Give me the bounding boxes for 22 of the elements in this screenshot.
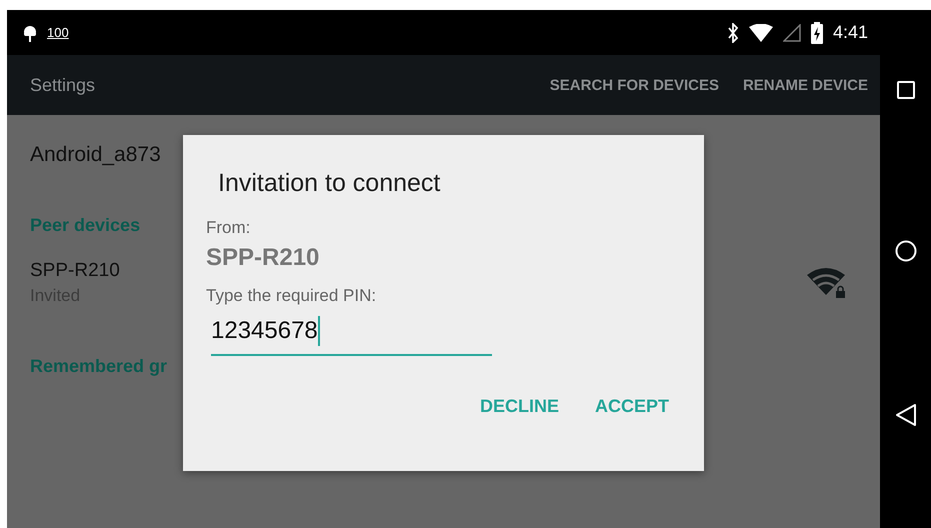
- clock-time: 4:41: [832, 22, 868, 43]
- recents-icon[interactable]: [896, 80, 914, 99]
- section-header: Peer devices: [30, 215, 140, 236]
- wifi-icon: [748, 24, 773, 42]
- action-button[interactable]: RENAME DEVICE: [742, 76, 868, 94]
- pin-input-field[interactable]: 12345678: [211, 312, 492, 356]
- screen-title: Settings: [30, 74, 96, 96]
- battery-charging-icon: [810, 22, 823, 44]
- from-label: From:: [206, 218, 252, 238]
- action-button[interactable]: SEARCH FOR DEVICES: [550, 76, 719, 94]
- cell-signal-icon: [782, 24, 801, 42]
- peer-name[interactable]: SPP-R210: [30, 260, 120, 281]
- bluetooth-icon: [726, 22, 739, 42]
- back-icon[interactable]: [894, 403, 916, 428]
- home-icon[interactable]: [894, 240, 916, 262]
- battery-level-text: 100: [47, 25, 69, 40]
- from-device-name: SPP-R210: [206, 244, 320, 272]
- section-header: Remembered gr: [30, 356, 168, 377]
- dialog-title: Invitation to connect: [218, 169, 442, 198]
- pin-label: Type the required PIN:: [206, 286, 378, 306]
- wifi-lock-icon: [807, 267, 847, 299]
- device-name: Android_a873: [30, 143, 161, 167]
